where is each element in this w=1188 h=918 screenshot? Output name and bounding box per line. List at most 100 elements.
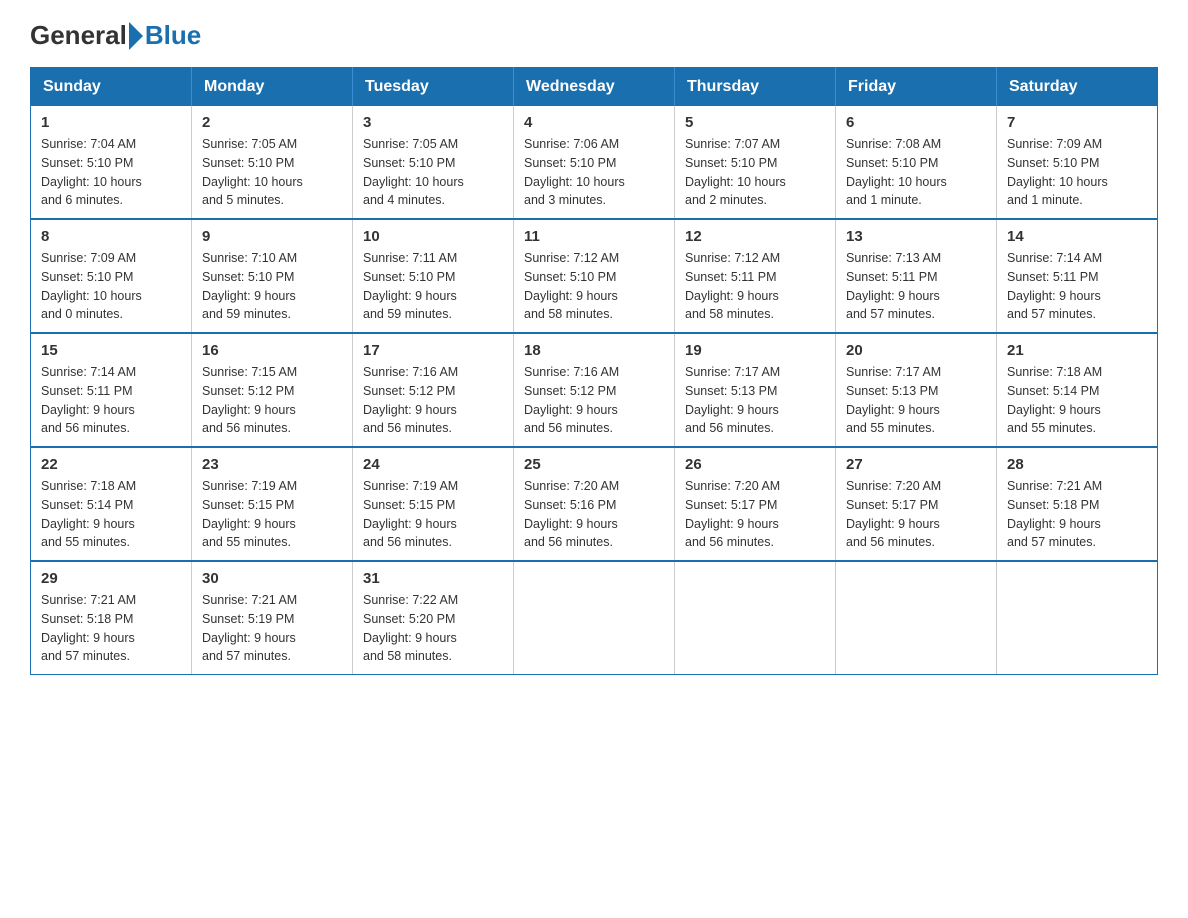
logo-area: General Blue — [30, 20, 201, 51]
calendar-week-row: 8 Sunrise: 7:09 AM Sunset: 5:10 PM Daylig… — [31, 219, 1158, 333]
day-info: Sunrise: 7:04 AM Sunset: 5:10 PM Dayligh… — [41, 135, 181, 210]
day-of-week-header-row: SundayMondayTuesdayWednesdayThursdayFrid… — [31, 68, 1158, 107]
day-number: 8 — [41, 228, 181, 245]
day-number: 21 — [1007, 342, 1147, 359]
day-number: 24 — [363, 456, 503, 473]
day-number: 30 — [202, 570, 342, 587]
day-info: Sunrise: 7:18 AM Sunset: 5:14 PM Dayligh… — [41, 477, 181, 552]
day-info: Sunrise: 7:22 AM Sunset: 5:20 PM Dayligh… — [363, 591, 503, 666]
calendar-day-cell: 20 Sunrise: 7:17 AM Sunset: 5:13 PM Dayli… — [836, 333, 997, 447]
calendar-week-row: 1 Sunrise: 7:04 AM Sunset: 5:10 PM Daylig… — [31, 106, 1158, 219]
day-number: 19 — [685, 342, 825, 359]
day-number: 12 — [685, 228, 825, 245]
day-info: Sunrise: 7:19 AM Sunset: 5:15 PM Dayligh… — [202, 477, 342, 552]
day-number: 18 — [524, 342, 664, 359]
day-of-week-header: Tuesday — [353, 68, 514, 107]
calendar-day-cell: 30 Sunrise: 7:21 AM Sunset: 5:19 PM Dayli… — [192, 561, 353, 675]
day-info: Sunrise: 7:12 AM Sunset: 5:10 PM Dayligh… — [524, 249, 664, 324]
day-info: Sunrise: 7:16 AM Sunset: 5:12 PM Dayligh… — [524, 363, 664, 438]
day-number: 26 — [685, 456, 825, 473]
calendar-table: SundayMondayTuesdayWednesdayThursdayFrid… — [30, 67, 1158, 675]
day-number: 6 — [846, 114, 986, 131]
day-of-week-header: Friday — [836, 68, 997, 107]
logo-blue-text: Blue — [145, 20, 201, 51]
calendar-day-cell: 10 Sunrise: 7:11 AM Sunset: 5:10 PM Dayli… — [353, 219, 514, 333]
calendar-day-cell: 23 Sunrise: 7:19 AM Sunset: 5:15 PM Dayli… — [192, 447, 353, 561]
day-info: Sunrise: 7:09 AM Sunset: 5:10 PM Dayligh… — [41, 249, 181, 324]
day-number: 31 — [363, 570, 503, 587]
day-of-week-header: Wednesday — [514, 68, 675, 107]
day-info: Sunrise: 7:15 AM Sunset: 5:12 PM Dayligh… — [202, 363, 342, 438]
calendar-day-cell: 31 Sunrise: 7:22 AM Sunset: 5:20 PM Dayli… — [353, 561, 514, 675]
day-number: 10 — [363, 228, 503, 245]
day-info: Sunrise: 7:20 AM Sunset: 5:17 PM Dayligh… — [685, 477, 825, 552]
calendar-day-cell: 18 Sunrise: 7:16 AM Sunset: 5:12 PM Dayli… — [514, 333, 675, 447]
calendar-day-cell: 4 Sunrise: 7:06 AM Sunset: 5:10 PM Daylig… — [514, 106, 675, 219]
calendar-day-cell: 14Sunrise: 7:14 AM Sunset: 5:11 PM Dayli… — [997, 219, 1158, 333]
calendar-day-cell: 22Sunrise: 7:18 AM Sunset: 5:14 PM Dayli… — [31, 447, 192, 561]
calendar-day-cell: 17Sunrise: 7:16 AM Sunset: 5:12 PM Dayli… — [353, 333, 514, 447]
calendar-day-cell: 9 Sunrise: 7:10 AM Sunset: 5:10 PM Daylig… — [192, 219, 353, 333]
calendar-day-cell — [514, 561, 675, 675]
day-number: 16 — [202, 342, 342, 359]
calendar-week-row: 22Sunrise: 7:18 AM Sunset: 5:14 PM Dayli… — [31, 447, 1158, 561]
calendar-day-cell: 28Sunrise: 7:21 AM Sunset: 5:18 PM Dayli… — [997, 447, 1158, 561]
day-number: 7 — [1007, 114, 1147, 131]
day-number: 15 — [41, 342, 181, 359]
day-info: Sunrise: 7:17 AM Sunset: 5:13 PM Dayligh… — [846, 363, 986, 438]
day-number: 29 — [41, 570, 181, 587]
day-info: Sunrise: 7:20 AM Sunset: 5:17 PM Dayligh… — [846, 477, 986, 552]
calendar-day-cell: 16 Sunrise: 7:15 AM Sunset: 5:12 PM Dayli… — [192, 333, 353, 447]
day-number: 4 — [524, 114, 664, 131]
day-number: 20 — [846, 342, 986, 359]
calendar-day-cell: 25 Sunrise: 7:20 AM Sunset: 5:16 PM Dayli… — [514, 447, 675, 561]
calendar-day-cell: 5 Sunrise: 7:07 AM Sunset: 5:10 PM Daylig… — [675, 106, 836, 219]
calendar-day-cell: 19 Sunrise: 7:17 AM Sunset: 5:13 PM Dayli… — [675, 333, 836, 447]
day-info: Sunrise: 7:17 AM Sunset: 5:13 PM Dayligh… — [685, 363, 825, 438]
calendar-day-cell: 7Sunrise: 7:09 AM Sunset: 5:10 PM Daylig… — [997, 106, 1158, 219]
day-of-week-header: Monday — [192, 68, 353, 107]
day-number: 9 — [202, 228, 342, 245]
day-number: 25 — [524, 456, 664, 473]
calendar-day-cell: 24 Sunrise: 7:19 AM Sunset: 5:15 PM Dayli… — [353, 447, 514, 561]
day-number: 3 — [363, 114, 503, 131]
day-number: 2 — [202, 114, 342, 131]
calendar-day-cell: 2 Sunrise: 7:05 AM Sunset: 5:10 PM Daylig… — [192, 106, 353, 219]
calendar-day-cell: 15 Sunrise: 7:14 AM Sunset: 5:11 PM Dayli… — [31, 333, 192, 447]
day-number: 14 — [1007, 228, 1147, 245]
day-info: Sunrise: 7:21 AM Sunset: 5:19 PM Dayligh… — [202, 591, 342, 666]
calendar-day-cell: 26 Sunrise: 7:20 AM Sunset: 5:17 PM Dayli… — [675, 447, 836, 561]
day-info: Sunrise: 7:11 AM Sunset: 5:10 PM Dayligh… — [363, 249, 503, 324]
day-info: Sunrise: 7:06 AM Sunset: 5:10 PM Dayligh… — [524, 135, 664, 210]
day-number: 27 — [846, 456, 986, 473]
day-number: 5 — [685, 114, 825, 131]
header: General Blue — [30, 20, 1158, 51]
calendar-day-cell: 12 Sunrise: 7:12 AM Sunset: 5:11 PM Dayli… — [675, 219, 836, 333]
day-info: Sunrise: 7:14 AM Sunset: 5:11 PM Dayligh… — [41, 363, 181, 438]
day-of-week-header: Sunday — [31, 68, 192, 107]
day-number: 23 — [202, 456, 342, 473]
calendar-day-cell: 29 Sunrise: 7:21 AM Sunset: 5:18 PM Dayli… — [31, 561, 192, 675]
day-info: Sunrise: 7:10 AM Sunset: 5:10 PM Dayligh… — [202, 249, 342, 324]
day-info: Sunrise: 7:13 AM Sunset: 5:11 PM Dayligh… — [846, 249, 986, 324]
calendar-day-cell: 21 Sunrise: 7:18 AM Sunset: 5:14 PM Dayli… — [997, 333, 1158, 447]
calendar-day-cell: 27 Sunrise: 7:20 AM Sunset: 5:17 PM Dayli… — [836, 447, 997, 561]
calendar-day-cell — [997, 561, 1158, 675]
day-info: Sunrise: 7:20 AM Sunset: 5:16 PM Dayligh… — [524, 477, 664, 552]
calendar-body: 1 Sunrise: 7:04 AM Sunset: 5:10 PM Daylig… — [31, 106, 1158, 675]
day-number: 13 — [846, 228, 986, 245]
day-info: Sunrise: 7:07 AM Sunset: 5:10 PM Dayligh… — [685, 135, 825, 210]
day-info: Sunrise: 7:19 AM Sunset: 5:15 PM Dayligh… — [363, 477, 503, 552]
day-number: 28 — [1007, 456, 1147, 473]
calendar-day-cell: 3Sunrise: 7:05 AM Sunset: 5:10 PM Daylig… — [353, 106, 514, 219]
day-of-week-header: Saturday — [997, 68, 1158, 107]
calendar-week-row: 29 Sunrise: 7:21 AM Sunset: 5:18 PM Dayli… — [31, 561, 1158, 675]
day-number: 1 — [41, 114, 181, 131]
day-info: Sunrise: 7:12 AM Sunset: 5:11 PM Dayligh… — [685, 249, 825, 324]
day-info: Sunrise: 7:21 AM Sunset: 5:18 PM Dayligh… — [41, 591, 181, 666]
day-info: Sunrise: 7:18 AM Sunset: 5:14 PM Dayligh… — [1007, 363, 1147, 438]
day-info: Sunrise: 7:08 AM Sunset: 5:10 PM Dayligh… — [846, 135, 986, 210]
logo: General Blue — [30, 20, 201, 51]
day-info: Sunrise: 7:16 AM Sunset: 5:12 PM Dayligh… — [363, 363, 503, 438]
day-info: Sunrise: 7:05 AM Sunset: 5:10 PM Dayligh… — [202, 135, 342, 210]
